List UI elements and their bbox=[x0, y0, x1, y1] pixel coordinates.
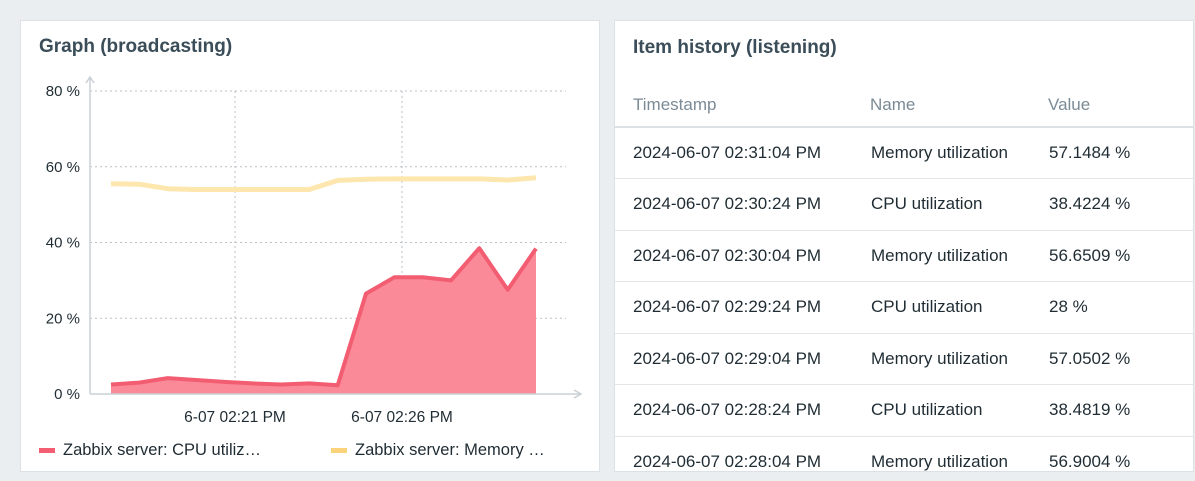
item-history-widget: Item history (listening) Timestamp Name … bbox=[614, 20, 1194, 472]
cell-value: 38.4224 % bbox=[1048, 178, 1193, 231]
column-header-timestamp[interactable]: Timestamp bbox=[615, 83, 870, 128]
table-row: 2024-06-07 02:29:04 PM Memory utilizatio… bbox=[615, 333, 1193, 385]
x-tick-label: 6-07 02:21 PM bbox=[184, 409, 286, 426]
table-row: 2024-06-07 02:30:04 PM Memory utilizatio… bbox=[615, 230, 1193, 282]
cell-value: 57.1484 % bbox=[1048, 127, 1193, 179]
column-header-value[interactable]: Value bbox=[1048, 83, 1193, 128]
y-tick-label: 80 % bbox=[46, 83, 80, 100]
cell-name: Memory utilization bbox=[870, 333, 1048, 385]
cell-timestamp: 2024-06-07 02:28:04 PM bbox=[615, 436, 870, 471]
item-history-table: Timestamp Name Value 2024-06-07 02:31:04… bbox=[615, 83, 1193, 471]
table-row: 2024-06-07 02:28:04 PM Memory utilizatio… bbox=[615, 436, 1193, 471]
y-tick-label: 60 % bbox=[46, 159, 80, 176]
table-row: 2024-06-07 02:28:24 PM CPU utilization 3… bbox=[615, 384, 1193, 437]
graph-chart[interactable]: 80 % 60 % 40 % 20 % 0 % 6-07 02:21 PM 6-07 02:… bbox=[21, 21, 600, 441]
legend-item-memory: Zabbix server: Memory … bbox=[331, 441, 587, 460]
legend-label-memory: Zabbix server: Memory … bbox=[355, 441, 545, 459]
legend-label-cpu: Zabbix server: CPU utiliz… bbox=[63, 441, 262, 459]
cell-name: Memory utilization bbox=[870, 230, 1048, 282]
graph-widget: Graph (broadcasting) 80 % 60 % 40 % 20 % 0 %… bbox=[20, 20, 600, 472]
legend-swatch-memory bbox=[331, 448, 347, 453]
cell-name: Memory utilization bbox=[870, 127, 1048, 179]
cell-timestamp: 2024-06-07 02:29:04 PM bbox=[615, 333, 870, 385]
cell-name: CPU utilization bbox=[870, 281, 1048, 334]
series-area-cpu bbox=[111, 248, 536, 394]
cell-value: 28 % bbox=[1048, 281, 1193, 334]
cell-name: CPU utilization bbox=[870, 384, 1048, 437]
cell-value: 56.6509 % bbox=[1048, 230, 1193, 282]
cell-timestamp: 2024-06-07 02:30:04 PM bbox=[615, 230, 870, 282]
y-tick-label: 20 % bbox=[46, 310, 80, 327]
series-line-memory bbox=[110, 175, 537, 192]
column-header-name[interactable]: Name bbox=[870, 83, 1048, 128]
legend-item-cpu: Zabbix server: CPU utiliz… bbox=[39, 441, 313, 460]
table-header-row: Timestamp Name Value bbox=[615, 83, 1193, 128]
cell-value: 57.0502 % bbox=[1048, 333, 1193, 385]
table-row: 2024-06-07 02:30:24 PM CPU utilization 3… bbox=[615, 178, 1193, 231]
cell-timestamp: 2024-06-07 02:30:24 PM bbox=[615, 178, 870, 231]
graph-legend: Zabbix server: CPU utiliz… Zabbix server… bbox=[39, 441, 587, 460]
table-row: 2024-06-07 02:31:04 PM Memory utilizatio… bbox=[615, 127, 1193, 179]
y-tick-label: 40 % bbox=[46, 235, 80, 252]
legend-swatch-cpu bbox=[39, 448, 55, 453]
y-tick-label: 0 % bbox=[54, 386, 80, 403]
cell-name: Memory utilization bbox=[870, 436, 1048, 471]
table-row: 2024-06-07 02:29:24 PM CPU utilization 2… bbox=[615, 281, 1193, 334]
x-tick-label: 6-07 02:26 PM bbox=[351, 409, 453, 426]
cell-timestamp: 2024-06-07 02:28:24 PM bbox=[615, 384, 870, 437]
cell-timestamp: 2024-06-07 02:31:04 PM bbox=[615, 127, 870, 179]
cell-value: 38.4819 % bbox=[1048, 384, 1193, 437]
cell-name: CPU utilization bbox=[870, 178, 1048, 231]
cell-value: 56.9004 % bbox=[1048, 436, 1193, 471]
cell-timestamp: 2024-06-07 02:29:24 PM bbox=[615, 281, 870, 334]
item-history-title: Item history (listening) bbox=[633, 37, 837, 58]
